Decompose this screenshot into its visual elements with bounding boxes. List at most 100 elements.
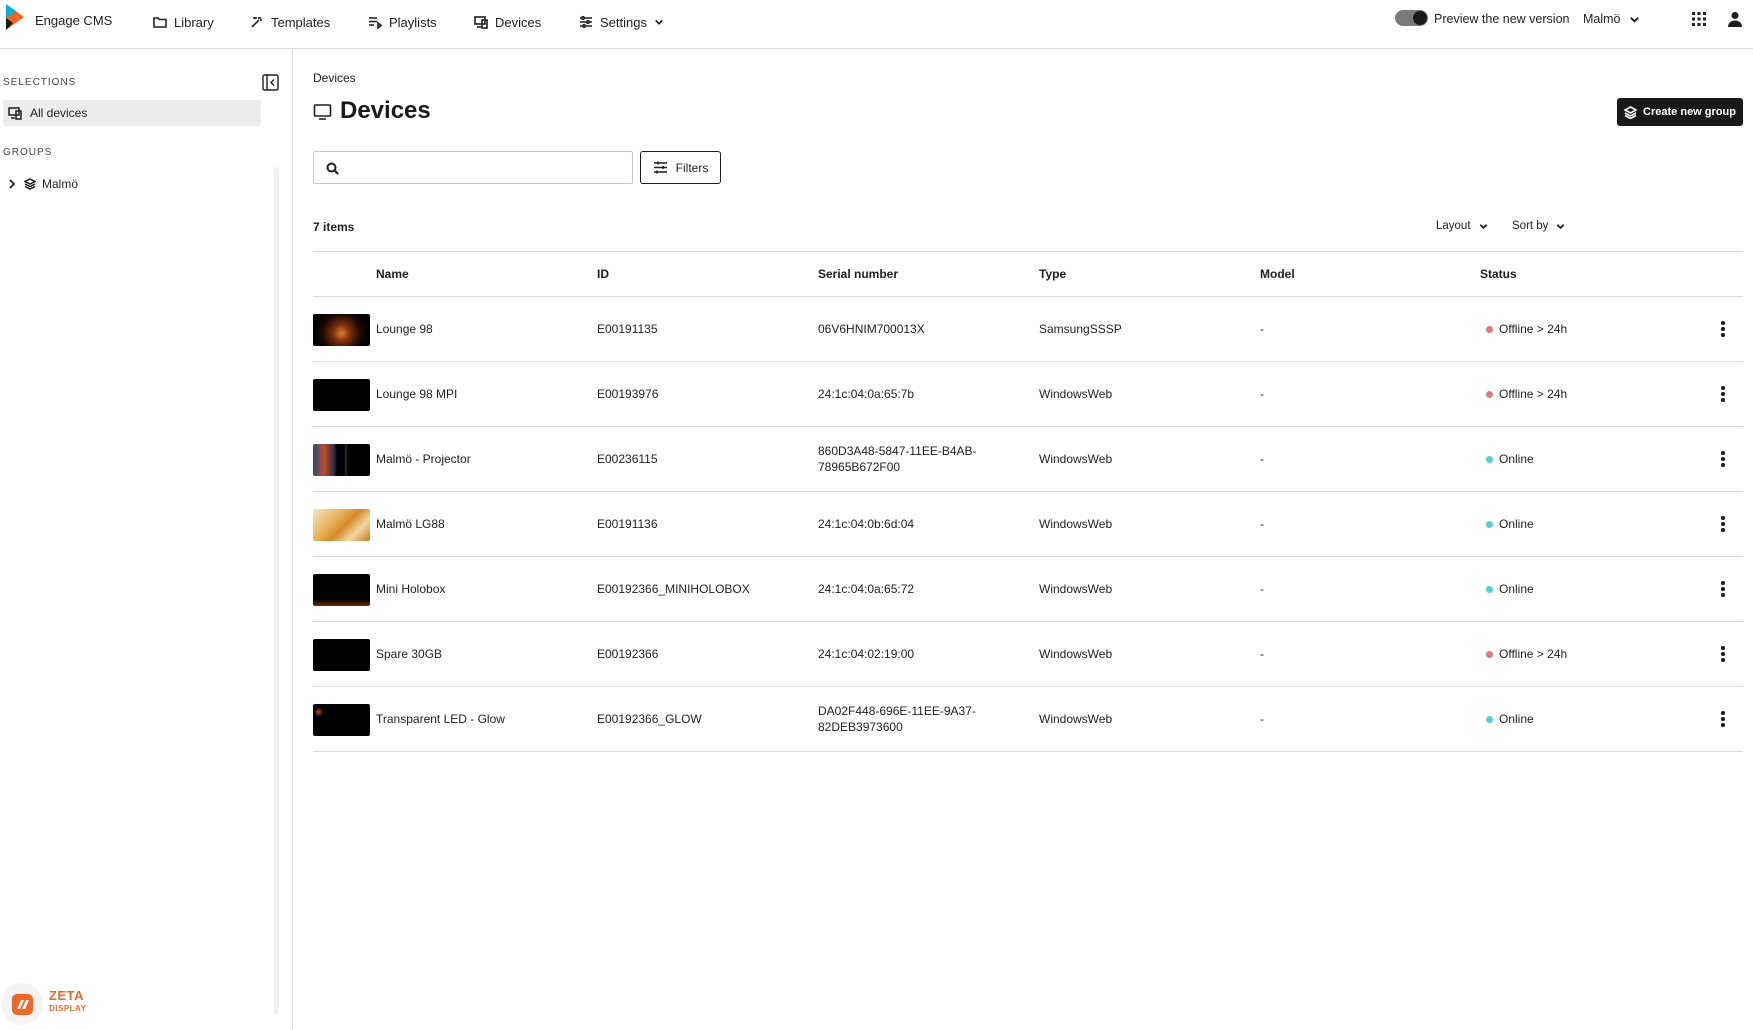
page-title: Devices (313, 97, 431, 125)
search-box[interactable] (313, 151, 633, 184)
serial-number-cell: 24:1c:04:02:19:00 (818, 647, 915, 661)
zeta-logo-line1: ZETA (49, 988, 84, 1003)
device-thumbnail (313, 639, 370, 671)
sidebar-item-all-devices[interactable]: All devices (3, 100, 261, 126)
serial-number-cell: 06V6HNIM700013X (818, 322, 925, 336)
zeta-display-logo: ZETA DISPLAY (0, 981, 110, 1027)
status-badge: Online (1486, 516, 1534, 532)
chevron-right-icon[interactable] (6, 178, 18, 190)
user-profile-icon[interactable] (1726, 10, 1744, 28)
device-thumbnail (313, 509, 370, 541)
column-header-type[interactable]: Type (1039, 267, 1066, 281)
sort-by-dropdown[interactable]: Sort by (1512, 220, 1565, 232)
table-row[interactable]: Transparent LED - Glow E00192366_GLOW DA02… (313, 687, 1743, 752)
sort-by-label: Sort by (1512, 220, 1549, 232)
device-name-cell: Transparent LED - Glow (376, 712, 505, 726)
row-actions-kebab-icon[interactable] (1716, 451, 1730, 469)
nav-settings[interactable]: Settings (579, 11, 664, 33)
brand[interactable] (4, 4, 26, 30)
table-row[interactable]: Malmö - Projector E00236115 860D3A48-5847-… (313, 427, 1743, 492)
status-dot-icon (1486, 715, 1493, 723)
column-header-status[interactable]: Status (1480, 267, 1517, 281)
table-row[interactable]: Spare 30GB E00192366 24:1c:04:02:19:00 Wind… (313, 622, 1743, 687)
sidebar-scrollbar[interactable] (274, 167, 279, 1015)
nav-playlists[interactable]: Playlists (368, 11, 437, 33)
table-row[interactable]: Mini Holobox E00192366_MINIHOLOBOX 24:1c:0… (313, 557, 1743, 622)
status-text: Offline > 24h (1499, 322, 1568, 336)
nav-devices[interactable]: Devices (474, 11, 541, 33)
table-header: Name ID Serial number Type Model Status (313, 251, 1743, 297)
device-id-cell: E00192366_MINIHOLOBOX (597, 582, 750, 596)
item-count: 7 items (313, 220, 355, 234)
sidebar-group-malmo[interactable]: Malmö (6, 175, 78, 193)
nav-templates[interactable]: Templates (250, 11, 330, 33)
status-badge: Online (1486, 711, 1534, 727)
nav-library-label: Library (174, 14, 214, 30)
status-dot-icon (1486, 325, 1493, 333)
sidebar: SELECTIONS All devices GROUPS Malmö ZETA… (0, 49, 293, 1030)
breadcrumb[interactable]: Devices (313, 71, 356, 85)
row-actions-kebab-icon[interactable] (1716, 321, 1730, 339)
column-header-model[interactable]: Model (1260, 267, 1295, 281)
nav-templates-label: Templates (271, 14, 331, 30)
magic-wand-icon (251, 16, 262, 28)
preview-toggle[interactable] (1395, 10, 1428, 26)
groups-heading: GROUPS (3, 147, 53, 158)
all-devices-label: All devices (30, 106, 88, 120)
table-row[interactable]: Lounge 98 E00191135 06V6HNIM700013X Samsung… (313, 297, 1743, 362)
device-id-cell: E00191136 (597, 517, 658, 531)
device-model-cell: - (1260, 712, 1264, 726)
organization-select[interactable]: Malmö (1583, 12, 1640, 26)
status-dot-icon (1486, 585, 1493, 593)
device-type-cell: WindowsWeb (1039, 452, 1113, 466)
app-grid-icon[interactable] (1691, 11, 1707, 27)
device-id-cell: E00192366_GLOW (597, 712, 702, 726)
main-content: Devices Devices Create new group Filters… (294, 49, 1753, 1030)
device-thumbnail (313, 444, 370, 476)
serial-number-cell: 24:1c:04:0b:6d:04 (818, 517, 915, 531)
app-name[interactable]: Engage CMS (35, 13, 112, 28)
nav-library[interactable]: Library (153, 11, 214, 33)
devices-icon (8, 107, 22, 120)
device-type-cell: WindowsWeb (1039, 647, 1113, 661)
serial-number-cell: 24:1c:04:0a:65:7b (818, 387, 915, 401)
zeta-logo-line2: DISPLAY (49, 1004, 87, 1013)
nav-devices-label: Devices (495, 14, 542, 30)
device-id-cell: E00191135 (597, 322, 658, 336)
devices-table: Name ID Serial number Type Model Status … (313, 251, 1743, 752)
toggle-knob (1413, 11, 1427, 25)
row-actions-kebab-icon[interactable] (1716, 711, 1730, 729)
folder-icon (153, 17, 167, 28)
create-new-group-button[interactable]: Create new group (1617, 98, 1743, 126)
row-actions-kebab-icon[interactable] (1716, 646, 1730, 664)
serial-number-cell: 860D3A48-5847-11EE-B4AB-78965B672F00 (818, 444, 977, 474)
chevron-down-icon (1629, 16, 1639, 23)
device-name-cell: Mini Holobox (376, 582, 446, 596)
layout-dropdown[interactable]: Layout (1436, 220, 1488, 232)
search-input[interactable] (346, 152, 626, 183)
row-actions-kebab-icon[interactable] (1716, 581, 1730, 599)
table-row[interactable]: Lounge 98 MPI E00193976 24:1c:04:0a:65:7b W… (313, 362, 1743, 427)
status-dot-icon (1486, 390, 1493, 398)
chevron-down-icon (1557, 223, 1565, 229)
selections-heading: SELECTIONS (3, 77, 77, 88)
device-type-cell: SamsungSSSP (1039, 322, 1122, 336)
status-badge: Offline > 24h (1486, 386, 1567, 402)
row-actions-kebab-icon[interactable] (1716, 386, 1730, 404)
devices-icon (474, 16, 488, 29)
row-actions-kebab-icon[interactable] (1716, 516, 1730, 534)
device-type-cell: WindowsWeb (1039, 387, 1113, 401)
device-thumbnail (313, 314, 370, 346)
top-navigation-bar: Engage CMS Library Templates Playlists D… (0, 0, 1753, 49)
table-row[interactable]: Malmö LG88 E00191136 24:1c:04:0b:6d:04 Wind… (313, 492, 1743, 557)
device-type-cell: WindowsWeb (1039, 712, 1113, 726)
column-header-serial[interactable]: Serial number (818, 267, 898, 281)
filters-button[interactable]: Filters (640, 151, 721, 184)
column-header-name[interactable]: Name (376, 267, 409, 281)
serial-number-cell: DA02F448-696E-11EE-9A37-82DEB3973600 (818, 704, 976, 734)
column-header-id[interactable]: ID (597, 267, 609, 281)
layers-icon (24, 178, 36, 190)
serial-number-cell: 24:1c:04:0a:65:72 (818, 582, 915, 596)
status-badge: Online (1486, 451, 1534, 467)
collapse-sidebar-icon[interactable] (262, 74, 279, 91)
